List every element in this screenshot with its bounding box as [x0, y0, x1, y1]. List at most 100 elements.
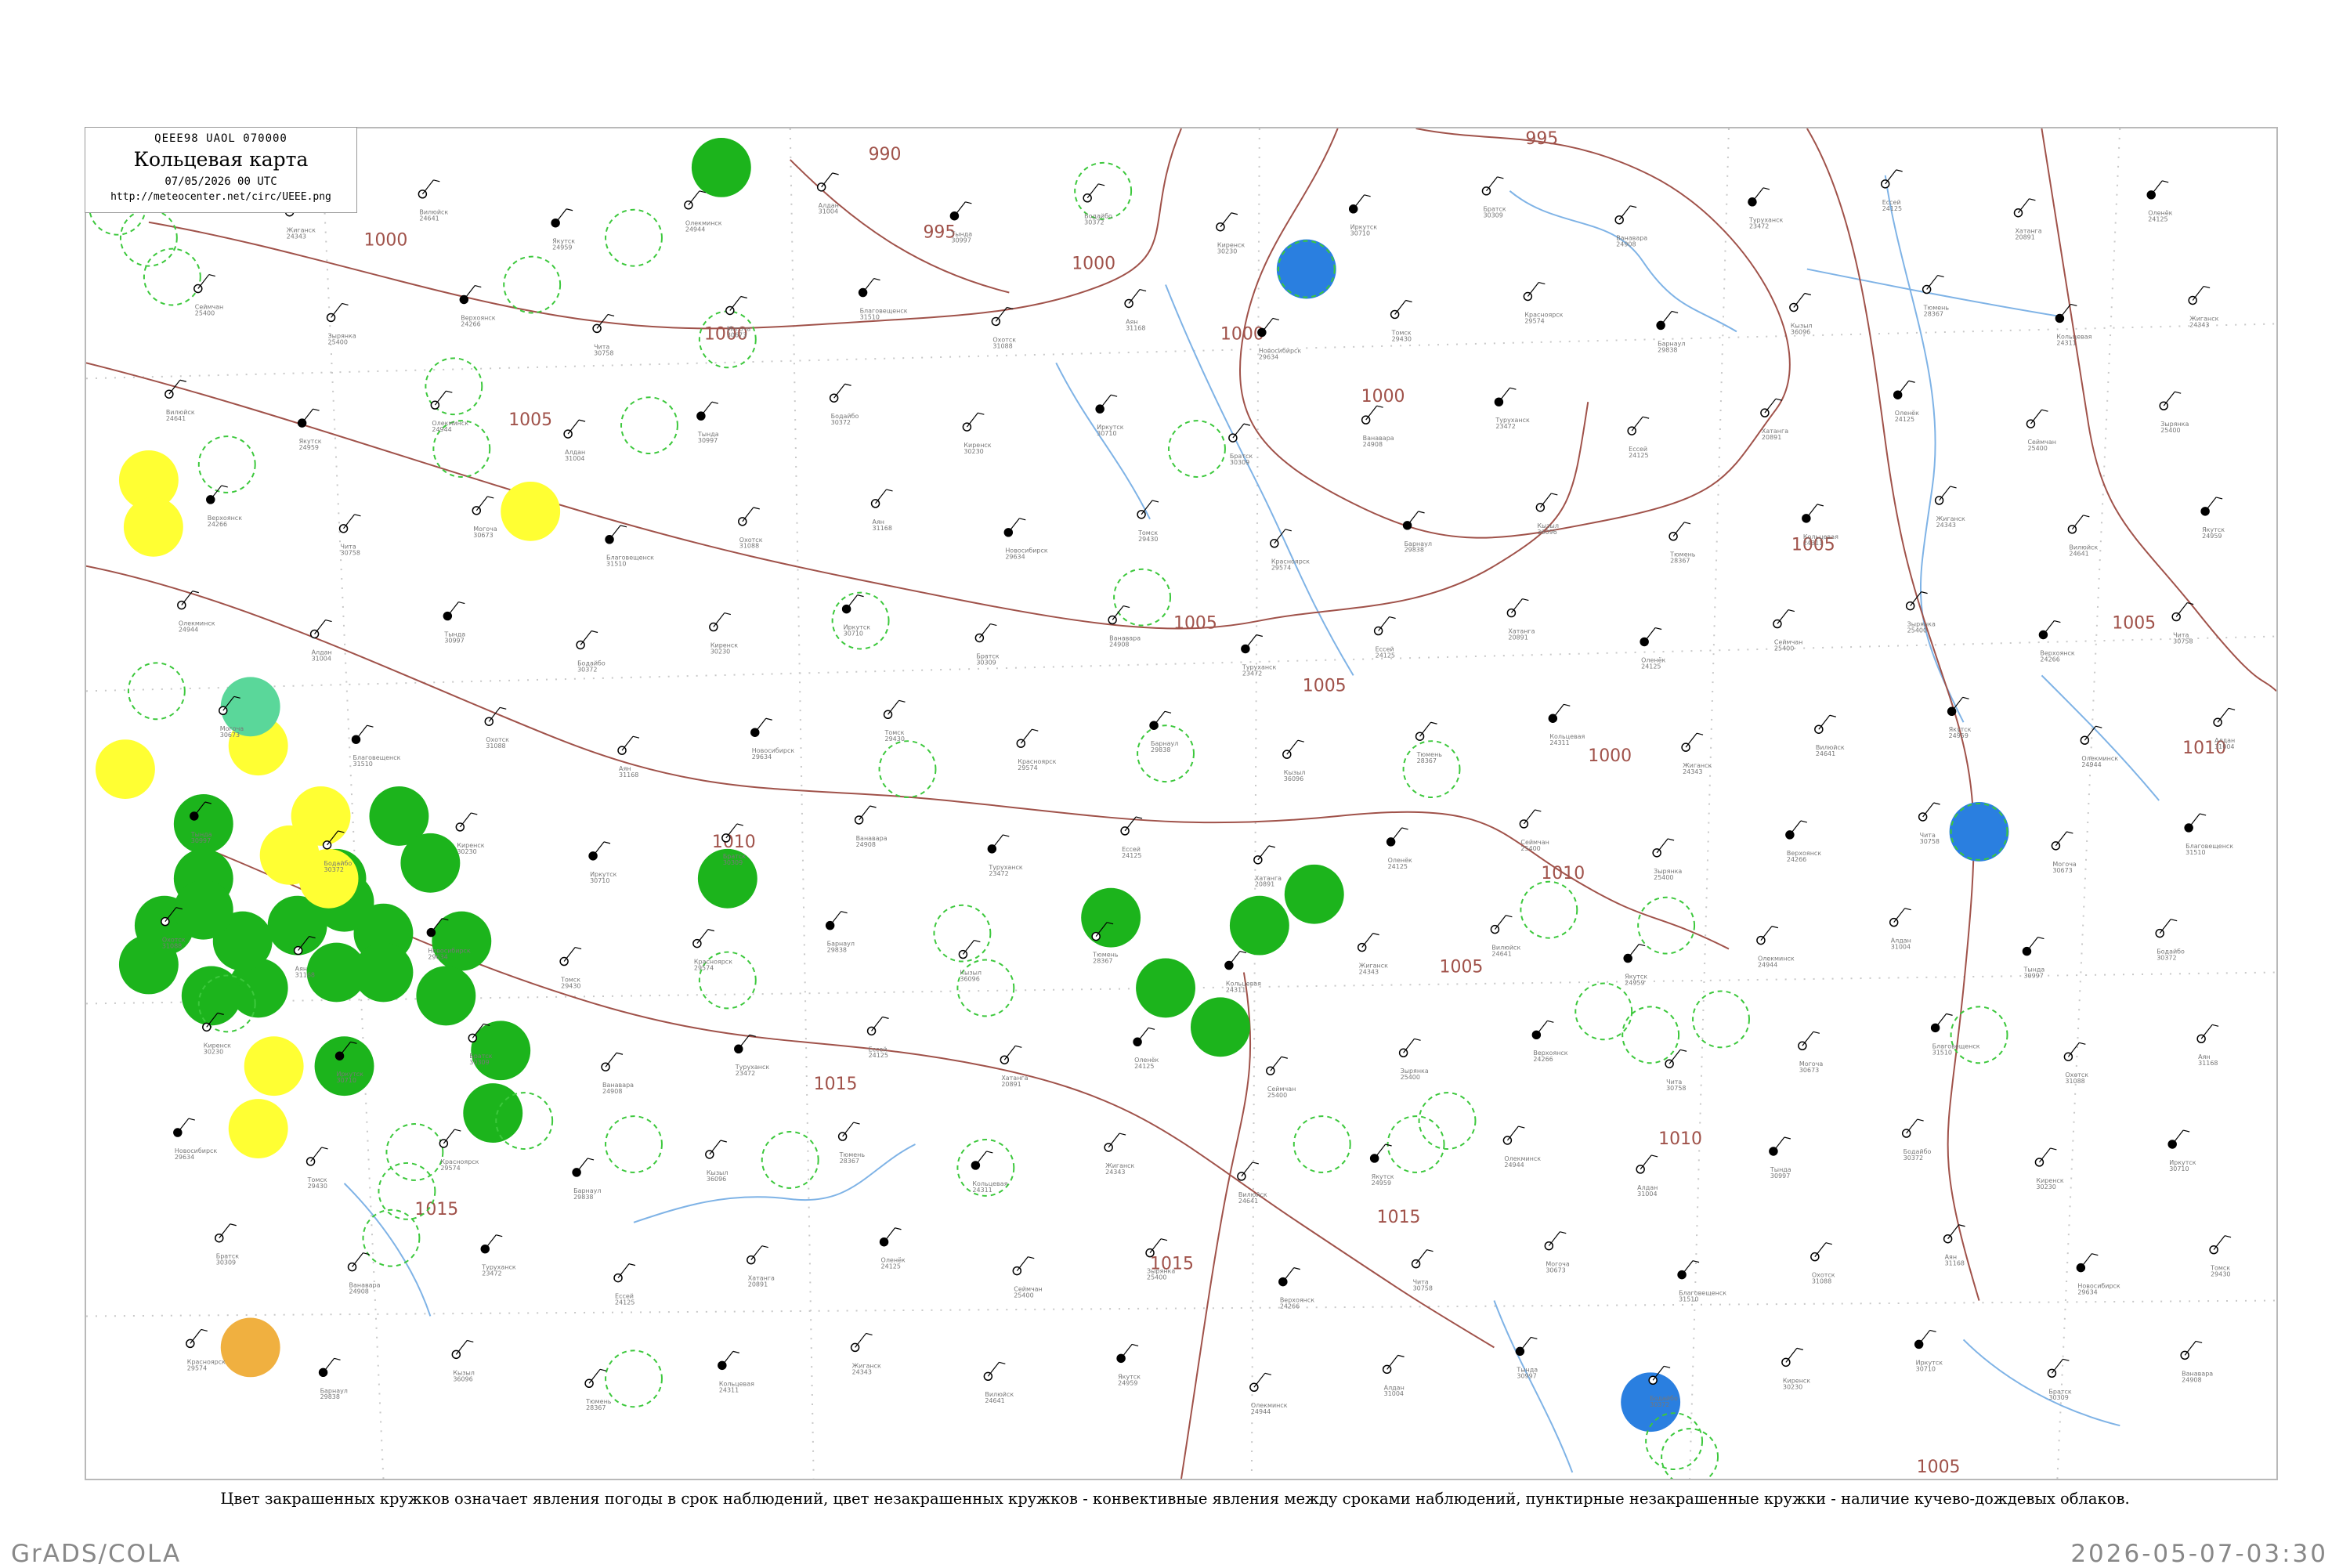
cumulonimbus-circle [1520, 880, 1578, 939]
station-number: 23472 [1749, 223, 1769, 230]
station-number: 25400 [2160, 427, 2180, 434]
station-plot: Красноярск29574 [186, 1328, 226, 1371]
wind-barb-feather [1679, 1049, 1687, 1052]
yellow-weather-circle [501, 481, 561, 541]
cumulonimbus-circle [1386, 1115, 1445, 1173]
wind-barb [1935, 1013, 1947, 1028]
station-number: 24944 [2081, 761, 2101, 768]
wind-barb-feather [1131, 1343, 1139, 1346]
station-number: 29838 [573, 1194, 593, 1201]
wind-barb [991, 834, 1003, 850]
wind-barb-feather [2029, 198, 2036, 201]
longitude-line [2056, 128, 2121, 1479]
station-number: 24125 [869, 1052, 888, 1059]
cumulonimbus-circle [1661, 1428, 1719, 1479]
station-plot: Иркутск30710 [841, 594, 870, 637]
station-number: 30230 [1783, 1383, 1802, 1390]
station-plot: Иркутск30710 [588, 841, 617, 884]
wind-barb [1681, 1260, 1694, 1275]
wind-barb-feather [1297, 739, 1304, 742]
station-plot: Новосибирск29634 [173, 1118, 217, 1161]
map-title: Кольцевая карта [133, 148, 309, 171]
station-number: 31510 [1932, 1049, 1952, 1056]
wind-barb-feather [1683, 522, 1691, 525]
wind-barb [1510, 598, 1523, 613]
wind-barb [1660, 311, 1672, 326]
station-number: 30230 [2036, 1183, 2055, 1190]
station-number: 31004 [2214, 743, 2234, 750]
wind-barb-feather [1497, 176, 1504, 179]
station-plots: Кольцевая24311 Жиганск24343 Вилюйск24641 Як… [152, 168, 2235, 1415]
wind-barb-feather [841, 911, 848, 914]
station-plot: Томск29430 [883, 699, 906, 742]
station-number: 30997 [951, 237, 971, 244]
station-marker [2188, 295, 2197, 305]
station-plot: Оленёк24125 [1640, 627, 1666, 670]
station-number: 30372 [1084, 219, 1104, 226]
station-plot: Оленёк24125 [1386, 827, 1412, 870]
green-weather-circle [181, 966, 241, 1026]
station-number: 30997 [444, 637, 464, 644]
station-plot: Аян31168 [870, 489, 893, 532]
wind-barb-feather [1538, 281, 1546, 285]
station-plot: Братск30309 [215, 1223, 239, 1266]
wind-barb-feather [1522, 598, 1529, 602]
green-weather-circle [1190, 997, 1250, 1057]
wind-barb-feather [2199, 813, 2207, 816]
station-plot: Охотск31088 [2063, 1042, 2088, 1085]
station-number: 29430 [561, 982, 580, 989]
wind-barb-feather [1692, 1260, 1700, 1263]
station-marker [1798, 1041, 1807, 1051]
wind-barb-feather [740, 295, 747, 299]
station-number: 28367 [586, 1404, 606, 1411]
station-number: 24266 [1280, 1303, 1300, 1310]
wind-barb [2059, 304, 2071, 319]
map-url[interactable]: http://meteocenter.net/circ/UEEE.png [85, 191, 356, 203]
station-number: 30309 [976, 659, 996, 666]
station-number: 24343 [1683, 768, 1702, 775]
river-path [1493, 1300, 1574, 1473]
station-number: 36096 [960, 975, 979, 982]
station-plot: Сеймчан25400 [1519, 809, 1549, 852]
software-credit: GrADS/COLA [11, 1540, 182, 1568]
station-plot: Новосибирск29634 [2076, 1253, 2120, 1296]
wind-barb-feather [898, 699, 906, 703]
wind-barb-feather [2079, 1042, 2086, 1045]
station-number: 20891 [1508, 634, 1528, 641]
cumulonimbus-circle [503, 255, 562, 314]
station-marker [1665, 1059, 1674, 1068]
station-number: 31004 [819, 208, 838, 215]
station-number: 20891 [748, 1281, 768, 1288]
wind-barb [729, 296, 742, 311]
wind-barb [1149, 1238, 1162, 1254]
wind-barb-feather [1667, 838, 1675, 841]
wind-barb [2051, 1358, 2063, 1374]
wind-barb [833, 383, 846, 399]
station-plot: Могоча30673 [2051, 831, 2077, 874]
station-plot: Алдан31004 [563, 419, 585, 462]
wind-barb-feather [1015, 1045, 1022, 1048]
station-plot: Бодайбо30372 [829, 383, 859, 426]
station-marker [738, 517, 747, 526]
station-number: 24641 [985, 1397, 1004, 1404]
isobar-label: 1015 [414, 1200, 458, 1219]
wind-barb [1374, 1143, 1386, 1159]
wind-barb [1270, 1056, 1282, 1071]
wind-barb [1007, 518, 1020, 533]
wind-barb [314, 620, 327, 634]
station-number: 24125 [1376, 652, 1395, 659]
wind-barb-feather [1518, 1125, 1525, 1129]
station-plot: Ванавара24908 [1361, 405, 1394, 448]
wind-barb [181, 591, 193, 605]
wind-barb [1403, 1038, 1415, 1053]
station-marker [1677, 1270, 1687, 1280]
station-number: 30309 [1483, 212, 1502, 219]
station-plot: Кызыл36096 [1535, 493, 1559, 536]
wind-barb [567, 419, 580, 435]
station-number: 31510 [2186, 849, 2205, 856]
wind-barb [1494, 915, 1506, 930]
station-marker [1282, 750, 1292, 759]
wind-barb [1893, 908, 1906, 923]
green-weather-circle [1229, 895, 1289, 956]
river-path [1055, 362, 1151, 520]
